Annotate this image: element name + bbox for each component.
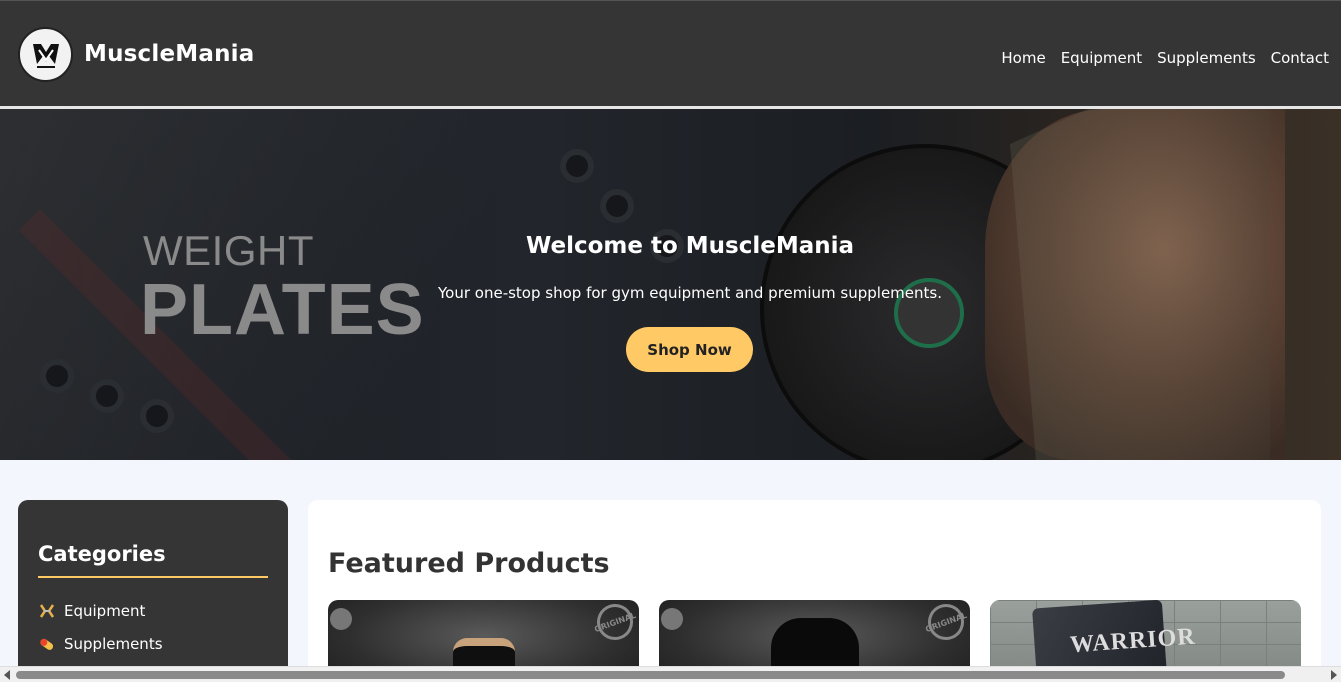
featured-products-title: Featured Products (328, 548, 610, 579)
categories-list: Equipment Supplements (38, 594, 268, 660)
brand-mini-logo (661, 608, 683, 630)
original-stamp: ORIGINAL (922, 600, 970, 646)
dumbbell-decoration (140, 399, 174, 433)
dumbbell-decoration (600, 189, 634, 223)
hero-subtitle: Your one-stop shop for gym equipment and… (438, 284, 942, 302)
dumbbell-decoration (560, 149, 594, 183)
banner-word-plates: PLATES (140, 270, 425, 350)
featured-products-section: Featured Products ORIGINAL ORIGINAL WARR… (308, 500, 1321, 682)
scrollbar-thumb[interactable] (16, 671, 1285, 679)
dumbbell-icon (38, 602, 56, 620)
scroll-left-arrow-icon[interactable] (4, 670, 10, 680)
nav-equipment[interactable]: Equipment (1061, 49, 1142, 67)
category-item-equipment[interactable]: Equipment (38, 594, 268, 627)
nav-contact[interactable]: Contact (1271, 49, 1329, 67)
horizontal-scrollbar[interactable] (0, 666, 1341, 682)
hero-banner: WEIGHT PLATES Welcome to MuscleMania You… (0, 109, 1341, 460)
pill-icon (38, 635, 56, 653)
category-label: Supplements (64, 634, 163, 653)
dumbbell-decoration (40, 359, 74, 393)
hero-title: Welcome to MuscleMania (525, 233, 855, 259)
main-nav: Home Equipment Supplements Contact (1001, 49, 1329, 67)
category-item-supplements[interactable]: Supplements (38, 627, 268, 660)
nav-home[interactable]: Home (1001, 49, 1045, 67)
brand-mini-logo (330, 608, 352, 630)
brand-logo[interactable] (18, 27, 73, 82)
categories-title: Categories (38, 542, 268, 578)
nav-supplements[interactable]: Supplements (1157, 49, 1256, 67)
scroll-right-arrow-icon[interactable] (1331, 670, 1337, 680)
brand-name[interactable]: MuscleMania (84, 41, 254, 67)
category-label: Equipment (64, 601, 146, 620)
categories-sidebar: Categories Equipment Supplements (18, 500, 288, 682)
site-header: MuscleMania Home Equipment Supplements C… (0, 0, 1341, 106)
shop-now-button[interactable]: Shop Now (626, 327, 753, 372)
original-stamp: ORIGINAL (591, 600, 639, 646)
dumbbell-decoration (90, 379, 124, 413)
muscle-mania-logo-icon (32, 43, 59, 68)
